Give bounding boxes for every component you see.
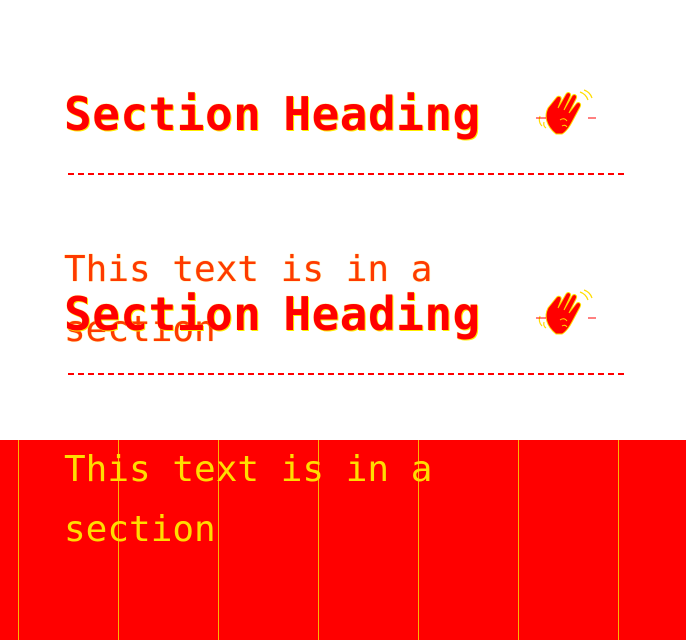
section-divider	[68, 173, 624, 175]
section-body: This text is in a section	[64, 449, 433, 550]
section-divider	[68, 373, 624, 375]
section-heading: Section Heading	[64, 288, 481, 340]
heading-word: Section	[64, 287, 262, 341]
guide-line	[618, 440, 619, 640]
heading-word: Section	[64, 87, 262, 141]
guide-line	[518, 440, 519, 640]
heading-word: Heading	[283, 87, 481, 141]
waving-hand-icon	[536, 89, 596, 135]
guide-line	[18, 440, 19, 640]
heading-word: Heading	[283, 287, 481, 341]
section-heading: Section Heading	[64, 88, 481, 140]
waving-hand-icon	[536, 289, 596, 335]
